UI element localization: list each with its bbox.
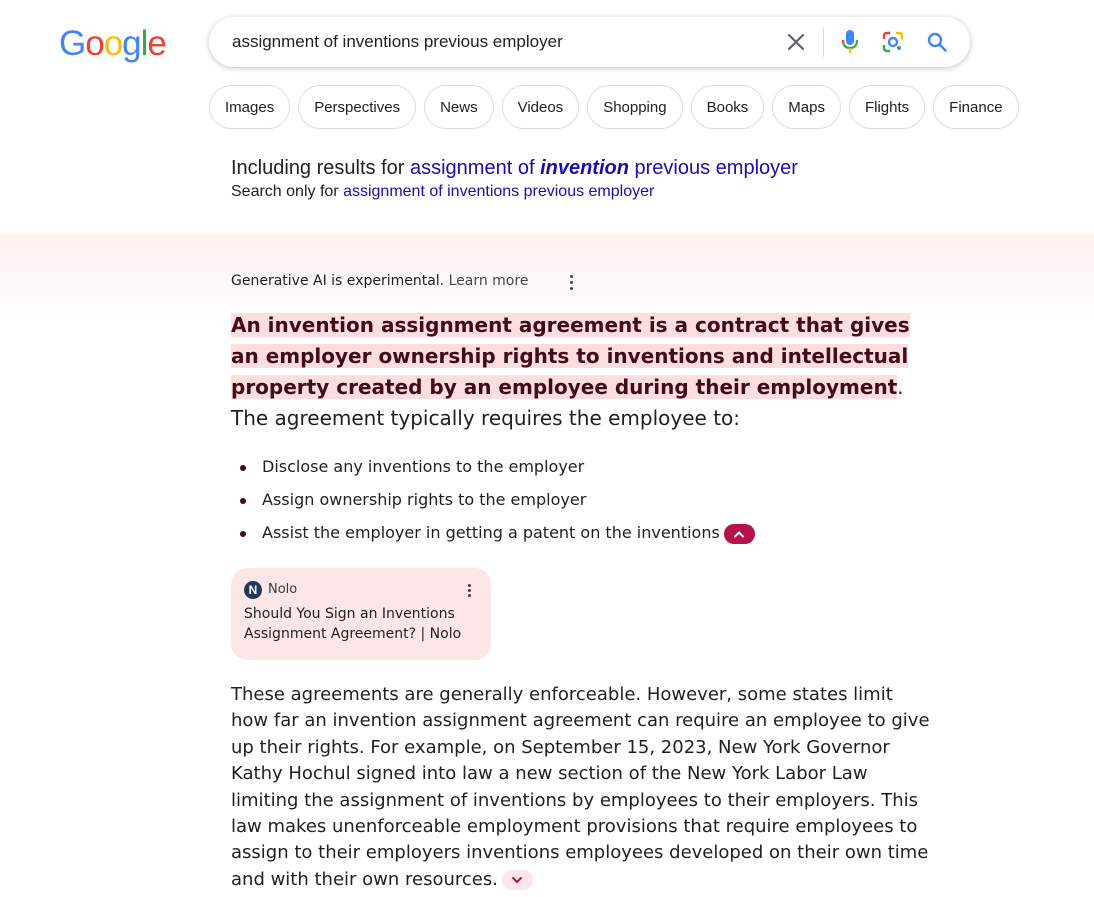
more-options-icon[interactable]	[460, 580, 478, 600]
logo-letter: l	[140, 24, 149, 63]
ai-disclaimer-text: Generative AI is experimental.	[231, 273, 445, 289]
logo-letter: o	[85, 24, 104, 63]
chevron-down-icon	[512, 876, 523, 884]
including-results: Including results for assignment of inve…	[231, 157, 798, 180]
ai-paragraph: These agreements are generally enforceab…	[231, 682, 931, 893]
filter-chips: Images Perspectives News Videos Shopping…	[209, 85, 1019, 129]
corrected-bold: invention	[540, 157, 629, 179]
ai-bullet-list: Disclose any inventions to the employer …	[231, 453, 921, 552]
bullet-text: Assign ownership rights to the employer	[262, 490, 587, 509]
logo-letter: G	[59, 24, 86, 63]
chip-news[interactable]: News	[424, 85, 494, 129]
search-only-prefix: Search only for	[231, 183, 344, 200]
source-title[interactable]: Should You Sign an Inventions Assignment…	[244, 604, 479, 644]
chip-maps[interactable]: Maps	[772, 85, 841, 129]
logo-letter: g	[122, 24, 141, 63]
more-options-icon[interactable]	[562, 272, 580, 292]
search-only-for: Search only for assignment of inventions…	[231, 183, 798, 201]
learn-more-link[interactable]: Learn more	[449, 273, 529, 289]
bullet-text: Disclose any inventions to the employer	[262, 457, 585, 476]
mic-icon[interactable]	[835, 27, 865, 57]
list-item: Disclose any inventions to the employer	[231, 453, 921, 486]
chip-books[interactable]: Books	[690, 85, 765, 129]
including-prefix: Including results for	[231, 157, 410, 179]
source-card[interactable]: N Nolo Should You Sign an Inventions Ass…	[231, 568, 491, 660]
chip-images[interactable]: Images	[209, 85, 291, 129]
logo-letter: e	[147, 24, 166, 63]
search-icon[interactable]	[922, 27, 952, 57]
original-query-link[interactable]: assignment of inventions previous employ…	[343, 183, 654, 200]
corrected-part2: previous employer	[628, 157, 798, 179]
spelling-correction: Including results for assignment of inve…	[231, 157, 798, 201]
expand-source-button[interactable]	[501, 869, 533, 890]
close-icon[interactable]	[781, 27, 811, 57]
search-input[interactable]: assignment of inventions previous employ…	[232, 32, 563, 52]
list-item: Assign ownership rights to the employer	[231, 486, 921, 519]
ai-summary: An invention assignment agreement is a c…	[231, 310, 921, 434]
corrected-query-link[interactable]: assignment of invention previous employe…	[410, 157, 798, 179]
bullet-text: Assist the employer in getting a patent …	[262, 523, 720, 542]
ai-summary-highlight: An invention assignment agreement is a c…	[231, 313, 910, 399]
source-name: Nolo	[268, 582, 298, 597]
ai-paragraph-text: These agreements are generally enforceab…	[231, 684, 930, 890]
chip-flights[interactable]: Flights	[848, 85, 926, 129]
chip-videos[interactable]: Videos	[501, 85, 580, 129]
corrected-part1: assignment of	[409, 157, 541, 179]
google-logo[interactable]: Google	[59, 24, 167, 64]
collapse-source-button[interactable]	[723, 523, 755, 544]
list-item: Assist the employer in getting a patent …	[231, 519, 921, 552]
chip-perspectives[interactable]: Perspectives	[298, 85, 417, 129]
nolo-logo-icon: N	[244, 581, 262, 599]
divider	[823, 27, 824, 57]
logo-letter: o	[103, 24, 123, 63]
chevron-up-icon	[734, 530, 745, 537]
search-box[interactable]: assignment of inventions previous employ…	[209, 17, 970, 67]
lens-icon[interactable]	[878, 27, 908, 57]
chip-shopping[interactable]: Shopping	[587, 85, 683, 129]
chip-finance[interactable]: Finance	[933, 85, 1019, 129]
ai-disclaimer: Generative AI is experimental. Learn mor…	[231, 273, 528, 289]
